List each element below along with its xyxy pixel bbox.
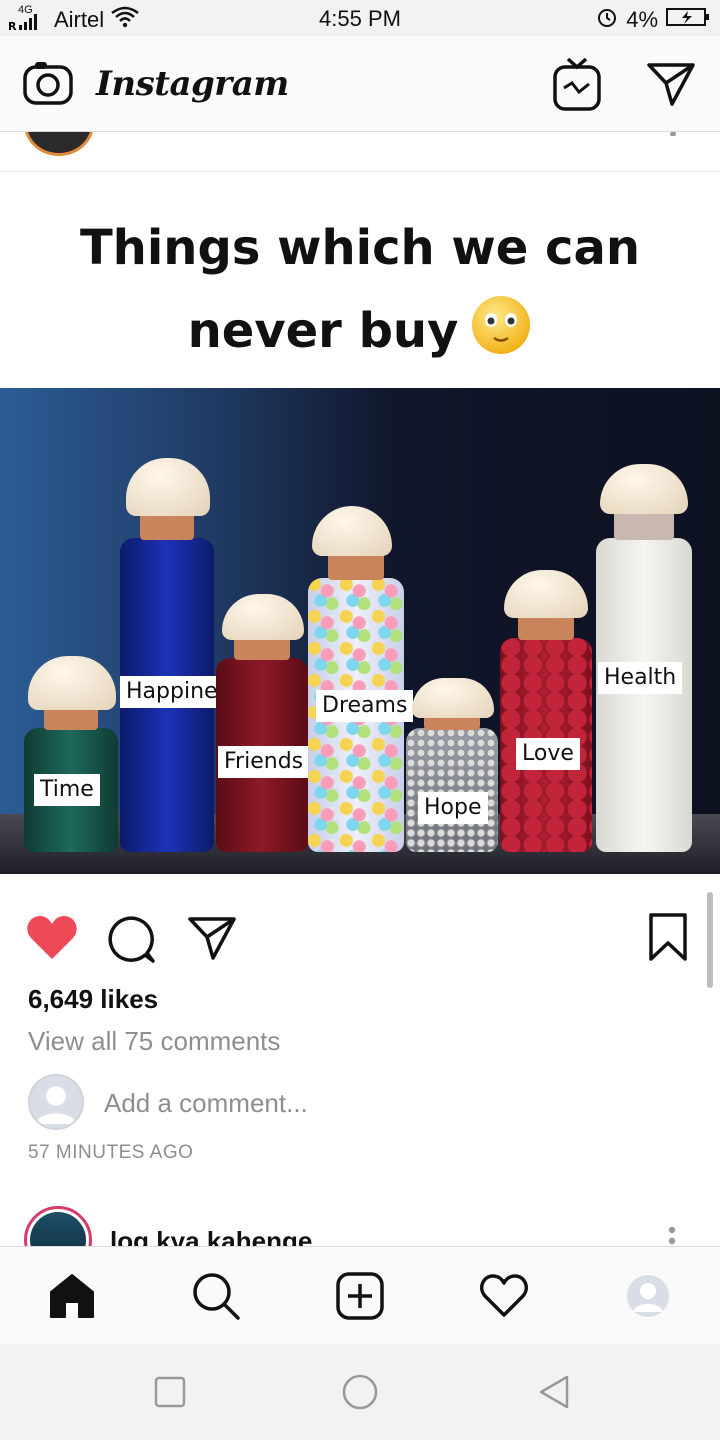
jar-dreams-lid bbox=[312, 506, 392, 556]
app-header: Instagram bbox=[0, 36, 720, 132]
recent-apps-icon bbox=[154, 1376, 186, 1408]
add-comment-input[interactable]: Add a comment... bbox=[104, 1088, 308, 1119]
likes-count[interactable]: 6,649 likes bbox=[28, 984, 158, 1015]
nav-add-post[interactable] bbox=[288, 1247, 432, 1345]
post-timestamp: 57 MINUTES AGO bbox=[28, 1142, 194, 1163]
jar-happiness-neck bbox=[140, 512, 194, 540]
next-post-username[interactable]: log.kya.kahenge bbox=[110, 1226, 312, 1246]
caption-line-2-row: never buy bbox=[0, 294, 720, 368]
igtv-button[interactable] bbox=[548, 54, 606, 114]
alarm-icon bbox=[596, 6, 618, 34]
jar-health bbox=[596, 538, 692, 852]
view-all-comments-link[interactable]: View all 75 comments bbox=[28, 1026, 280, 1057]
post-photo[interactable]: Time Happiness Friends Dreams Hope Love … bbox=[0, 388, 720, 874]
caption-line-1: Things which we can bbox=[79, 220, 641, 276]
feed-scrollbar[interactable] bbox=[707, 892, 713, 988]
home-circle-icon bbox=[342, 1374, 378, 1410]
post-actions bbox=[0, 874, 720, 986]
jar-hope-lid bbox=[412, 678, 494, 718]
activity-heart-icon bbox=[480, 1274, 528, 1317]
jar-friends-lid bbox=[222, 594, 304, 640]
nav-profile[interactable] bbox=[576, 1247, 720, 1345]
bookmark-icon bbox=[649, 913, 687, 961]
camera-icon bbox=[23, 62, 73, 105]
igtv-icon bbox=[553, 57, 601, 111]
system-back-button[interactable] bbox=[524, 1372, 584, 1412]
system-navigation-bar bbox=[0, 1344, 720, 1440]
jar-label-hope: Hope bbox=[418, 792, 488, 824]
default-avatar-icon bbox=[36, 1086, 76, 1124]
save-button[interactable] bbox=[644, 908, 692, 966]
system-home-button[interactable] bbox=[330, 1372, 390, 1412]
recent-apps-button[interactable] bbox=[140, 1372, 200, 1412]
jar-label-time: Time bbox=[34, 774, 100, 806]
post-image-caption: Things which we can never buy bbox=[0, 172, 720, 388]
jar-label-love: Love bbox=[516, 738, 580, 770]
nav-activity[interactable] bbox=[432, 1247, 576, 1345]
feed[interactable]: Things which we can never buy Time Happi… bbox=[0, 132, 720, 1246]
jar-label-health: Health bbox=[598, 662, 683, 694]
battery-charging-icon bbox=[666, 6, 710, 34]
jar-happiness-lid bbox=[126, 458, 210, 516]
next-post-more-button[interactable] bbox=[668, 1226, 676, 1246]
next-post-avatar[interactable] bbox=[24, 1206, 92, 1246]
nav-search[interactable] bbox=[144, 1247, 288, 1345]
add-comment-row[interactable]: Add a comment... bbox=[28, 1074, 708, 1130]
jar-love-lid bbox=[504, 570, 588, 618]
back-icon bbox=[539, 1375, 569, 1409]
jar-label-friends: Friends bbox=[218, 746, 310, 778]
share-button[interactable] bbox=[184, 912, 240, 964]
user-avatar-placeholder bbox=[28, 1074, 84, 1130]
jar-health-lid bbox=[600, 464, 688, 514]
direct-share-icon bbox=[188, 917, 236, 960]
previous-post-header bbox=[0, 132, 720, 182]
jar-hope bbox=[406, 728, 498, 852]
heart-filled-icon bbox=[27, 916, 77, 959]
comment-button[interactable] bbox=[104, 912, 160, 968]
app-logo: Instagram bbox=[96, 64, 289, 104]
jar-dreams-neck bbox=[328, 552, 384, 580]
more-options-icon bbox=[668, 1226, 676, 1245]
direct-messages-button[interactable] bbox=[642, 56, 700, 112]
status-right: 4% bbox=[596, 6, 710, 34]
camera-button[interactable] bbox=[20, 56, 76, 112]
jar-label-dreams: Dreams bbox=[316, 690, 414, 722]
comment-icon bbox=[108, 916, 155, 963]
add-post-icon bbox=[336, 1272, 384, 1320]
battery-percent: 4% bbox=[626, 7, 658, 32]
home-icon bbox=[50, 1274, 94, 1318]
jar-time-lid bbox=[28, 656, 116, 710]
direct-send-icon bbox=[647, 63, 695, 106]
smile-emoji-icon bbox=[470, 294, 532, 368]
next-post-header: log.kya.kahenge bbox=[0, 1204, 720, 1246]
nav-home[interactable] bbox=[0, 1247, 144, 1345]
previous-post-avatar[interactable] bbox=[24, 132, 94, 156]
next-post-avatar-image bbox=[30, 1212, 86, 1246]
status-bar: 4G R Airtel 4:55 PM 4% bbox=[0, 0, 720, 36]
profile-icon bbox=[627, 1275, 669, 1317]
caption-line-2: never buy bbox=[187, 303, 459, 359]
like-button[interactable] bbox=[22, 912, 82, 964]
previous-post-more-icon[interactable] bbox=[670, 132, 676, 136]
bottom-navigation bbox=[0, 1246, 720, 1344]
search-icon bbox=[193, 1273, 240, 1320]
jar-health-neck bbox=[614, 510, 674, 540]
